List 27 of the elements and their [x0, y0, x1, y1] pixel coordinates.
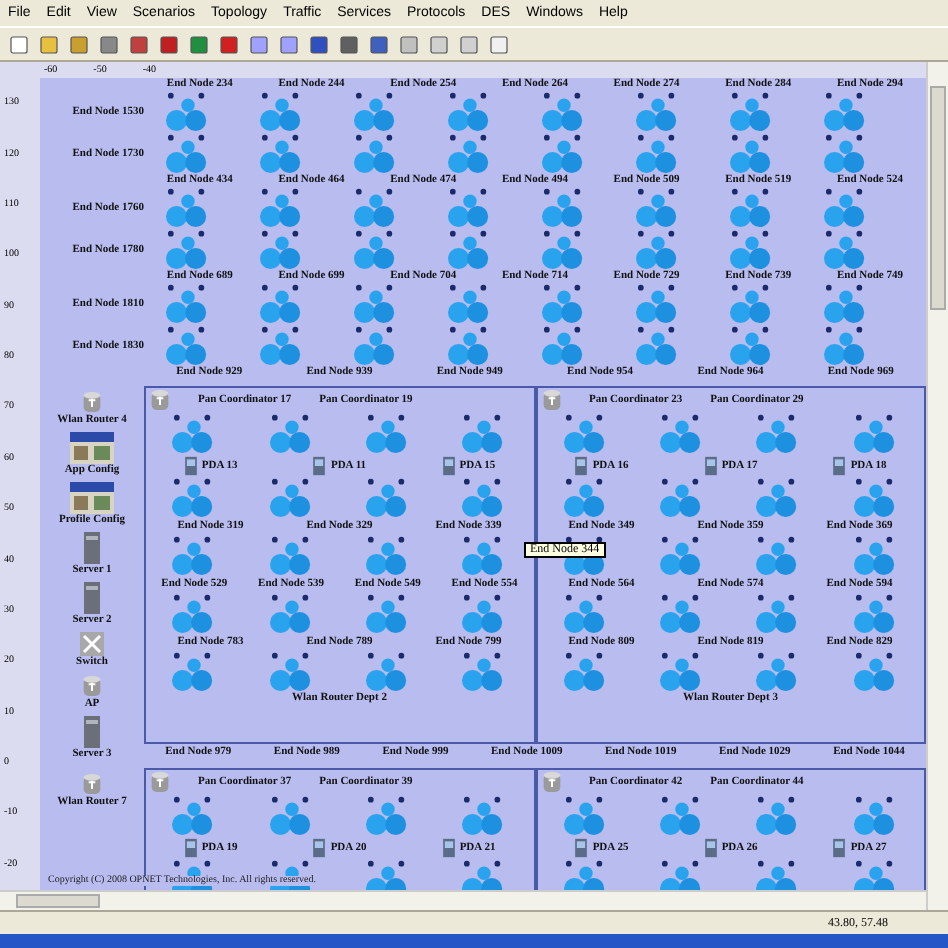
- pda-icon: [703, 455, 718, 475]
- pda-icon: [832, 837, 847, 857]
- server-icon: [83, 716, 100, 748]
- pda-icon: [441, 837, 456, 857]
- config-icon: [69, 482, 114, 514]
- pda-icon: [703, 837, 718, 857]
- pda-icon: [183, 837, 198, 857]
- router-icon: [81, 772, 102, 796]
- pda-icon: [441, 455, 456, 475]
- scrollbar-thumb[interactable]: [930, 86, 946, 310]
- pda-icon: [832, 455, 847, 475]
- server-icon: [83, 582, 100, 614]
- pda-icon: [312, 455, 327, 475]
- router-icon: [82, 674, 102, 698]
- pda-icon: [183, 455, 198, 475]
- scrollbar-thumb[interactable]: [16, 894, 100, 908]
- router-icon: [541, 770, 561, 794]
- switch-icon: [79, 632, 104, 656]
- router-icon: [541, 388, 561, 412]
- router-icon: [81, 390, 102, 414]
- pda-icon: [312, 837, 327, 857]
- router-icon: [150, 388, 170, 412]
- pda-icon: [574, 837, 589, 857]
- router-icon: [150, 770, 170, 794]
- config-icon: [69, 432, 114, 464]
- pda-icon: [574, 455, 589, 475]
- server-icon: [83, 532, 100, 564]
